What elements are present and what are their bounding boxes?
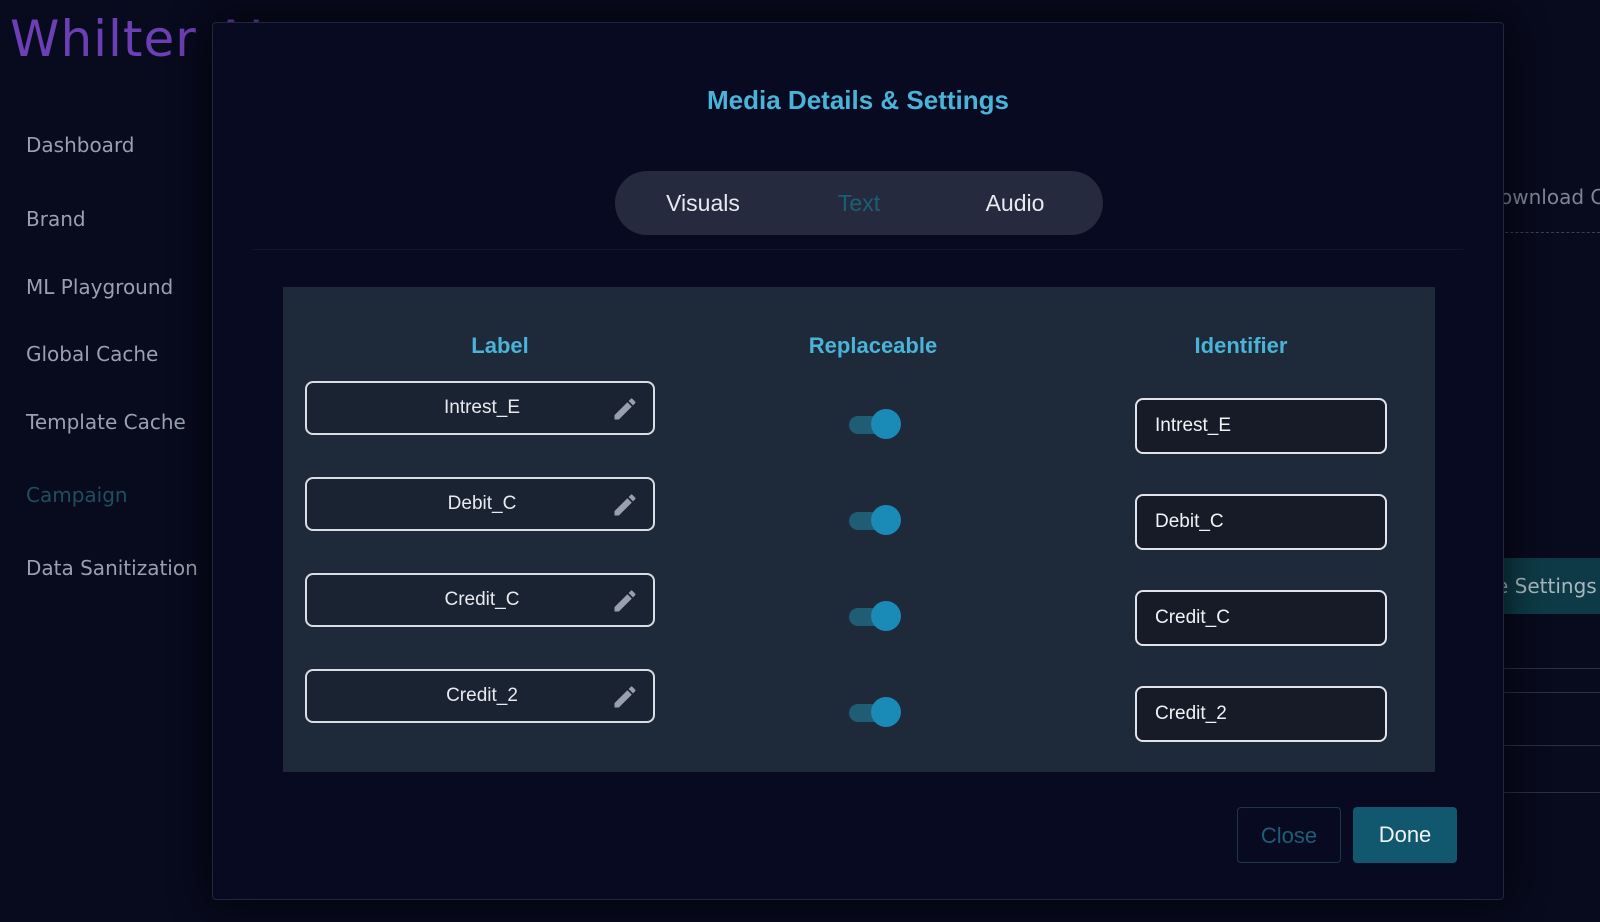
divider: [1500, 745, 1600, 746]
toggle-knob: [871, 505, 901, 535]
download-link[interactable]: ownload C: [1500, 185, 1600, 209]
identifier-field[interactable]: Credit_2: [1135, 686, 1387, 742]
label-field[interactable]: Intrest_E: [305, 381, 655, 435]
tab-audio[interactable]: Audio: [945, 171, 1085, 235]
sidebar-item-ml-playground[interactable]: ML Playground: [26, 275, 173, 299]
label-field[interactable]: Debit_C: [305, 477, 655, 531]
column-header-replaceable: Replaceable: [808, 333, 938, 358]
label-field[interactable]: Credit_2: [305, 669, 655, 723]
divider: [1500, 792, 1600, 793]
identifier-field[interactable]: Debit_C: [1135, 494, 1387, 550]
sidebar-item-template-cache[interactable]: Template Cache: [26, 410, 186, 434]
replaceable-toggle[interactable]: [847, 697, 903, 727]
identifier-field[interactable]: Credit_C: [1135, 590, 1387, 646]
replaceable-toggle[interactable]: [847, 601, 903, 631]
label-text: Credit_C: [444, 589, 520, 610]
sidebar-item-data-sanitization[interactable]: Data Sanitization: [26, 556, 198, 580]
label-text: Credit_2: [446, 685, 518, 706]
label-text: Intrest_E: [443, 397, 521, 418]
pencil-icon[interactable]: [611, 587, 639, 615]
label-text: Debit_C: [447, 493, 517, 514]
sidebar-item-brand[interactable]: Brand: [26, 207, 86, 231]
label-field[interactable]: Credit_C: [305, 573, 655, 627]
replaceable-toggle[interactable]: [847, 409, 903, 439]
media-settings-modal: Media Details & Settings Visuals Text Au…: [212, 22, 1504, 900]
sidebar-item-dashboard[interactable]: Dashboard: [26, 133, 135, 157]
pencil-icon[interactable]: [611, 395, 639, 423]
column-header-label: Label: [471, 333, 529, 358]
text-settings-panel: Label Replaceable Identifier Intrest_E I…: [283, 287, 1435, 772]
divider: [1500, 692, 1600, 693]
divider: [253, 249, 1463, 250]
done-button[interactable]: Done: [1353, 807, 1457, 863]
divider: [1500, 668, 1600, 669]
sidebar: Dashboard Brand ML Playground Global Cac…: [0, 0, 210, 922]
pencil-icon[interactable]: [611, 491, 639, 519]
tab-text[interactable]: Text: [789, 171, 929, 235]
replaceable-toggle[interactable]: [847, 505, 903, 535]
modal-title: Media Details & Settings: [707, 85, 1009, 115]
close-button[interactable]: Close: [1237, 807, 1341, 863]
column-header-identifier: Identifier: [1194, 333, 1288, 358]
divider: [1500, 232, 1600, 234]
identifier-field[interactable]: Intrest_E: [1135, 398, 1387, 454]
toggle-knob: [871, 409, 901, 439]
tab-bar: Visuals Text Audio: [615, 171, 1103, 235]
tab-visuals[interactable]: Visuals: [633, 171, 773, 235]
toggle-knob: [871, 601, 901, 631]
sidebar-item-campaign[interactable]: Campaign: [26, 483, 128, 507]
background-content: [1490, 0, 1600, 922]
settings-button[interactable]: e Settings: [1490, 558, 1600, 614]
sidebar-item-global-cache[interactable]: Global Cache: [26, 342, 158, 366]
pencil-icon[interactable]: [611, 683, 639, 711]
toggle-knob: [871, 697, 901, 727]
